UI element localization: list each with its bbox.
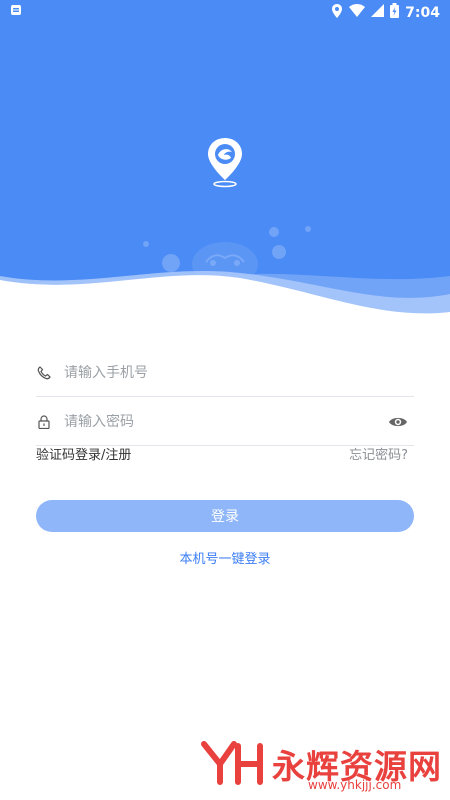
forgot-password-link[interactable]: 忘记密码? bbox=[349, 444, 408, 463]
header-hero: 7:04 bbox=[0, 0, 450, 320]
phone-field bbox=[36, 350, 414, 397]
phone-input[interactable] bbox=[64, 365, 414, 381]
login-form bbox=[36, 350, 414, 446]
watermark: 永辉资源网 www.yhkjjj.com bbox=[200, 738, 441, 794]
login-button[interactable]: 登录 bbox=[36, 500, 414, 532]
watermark-url: www.yhkjjj.com bbox=[308, 778, 402, 792]
phone-icon bbox=[36, 365, 52, 381]
wave-decoration bbox=[0, 271, 450, 320]
one-key-login-link[interactable]: 本机号一键登录 bbox=[0, 548, 450, 567]
sms-login-register-link[interactable]: 验证码登录/注册 bbox=[36, 444, 131, 463]
eye-icon[interactable] bbox=[388, 415, 408, 429]
password-input[interactable] bbox=[64, 414, 388, 430]
watermark-logo-icon bbox=[201, 741, 263, 785]
password-field bbox=[36, 399, 414, 446]
lock-icon bbox=[36, 414, 52, 430]
location-logo-icon bbox=[208, 138, 242, 188]
